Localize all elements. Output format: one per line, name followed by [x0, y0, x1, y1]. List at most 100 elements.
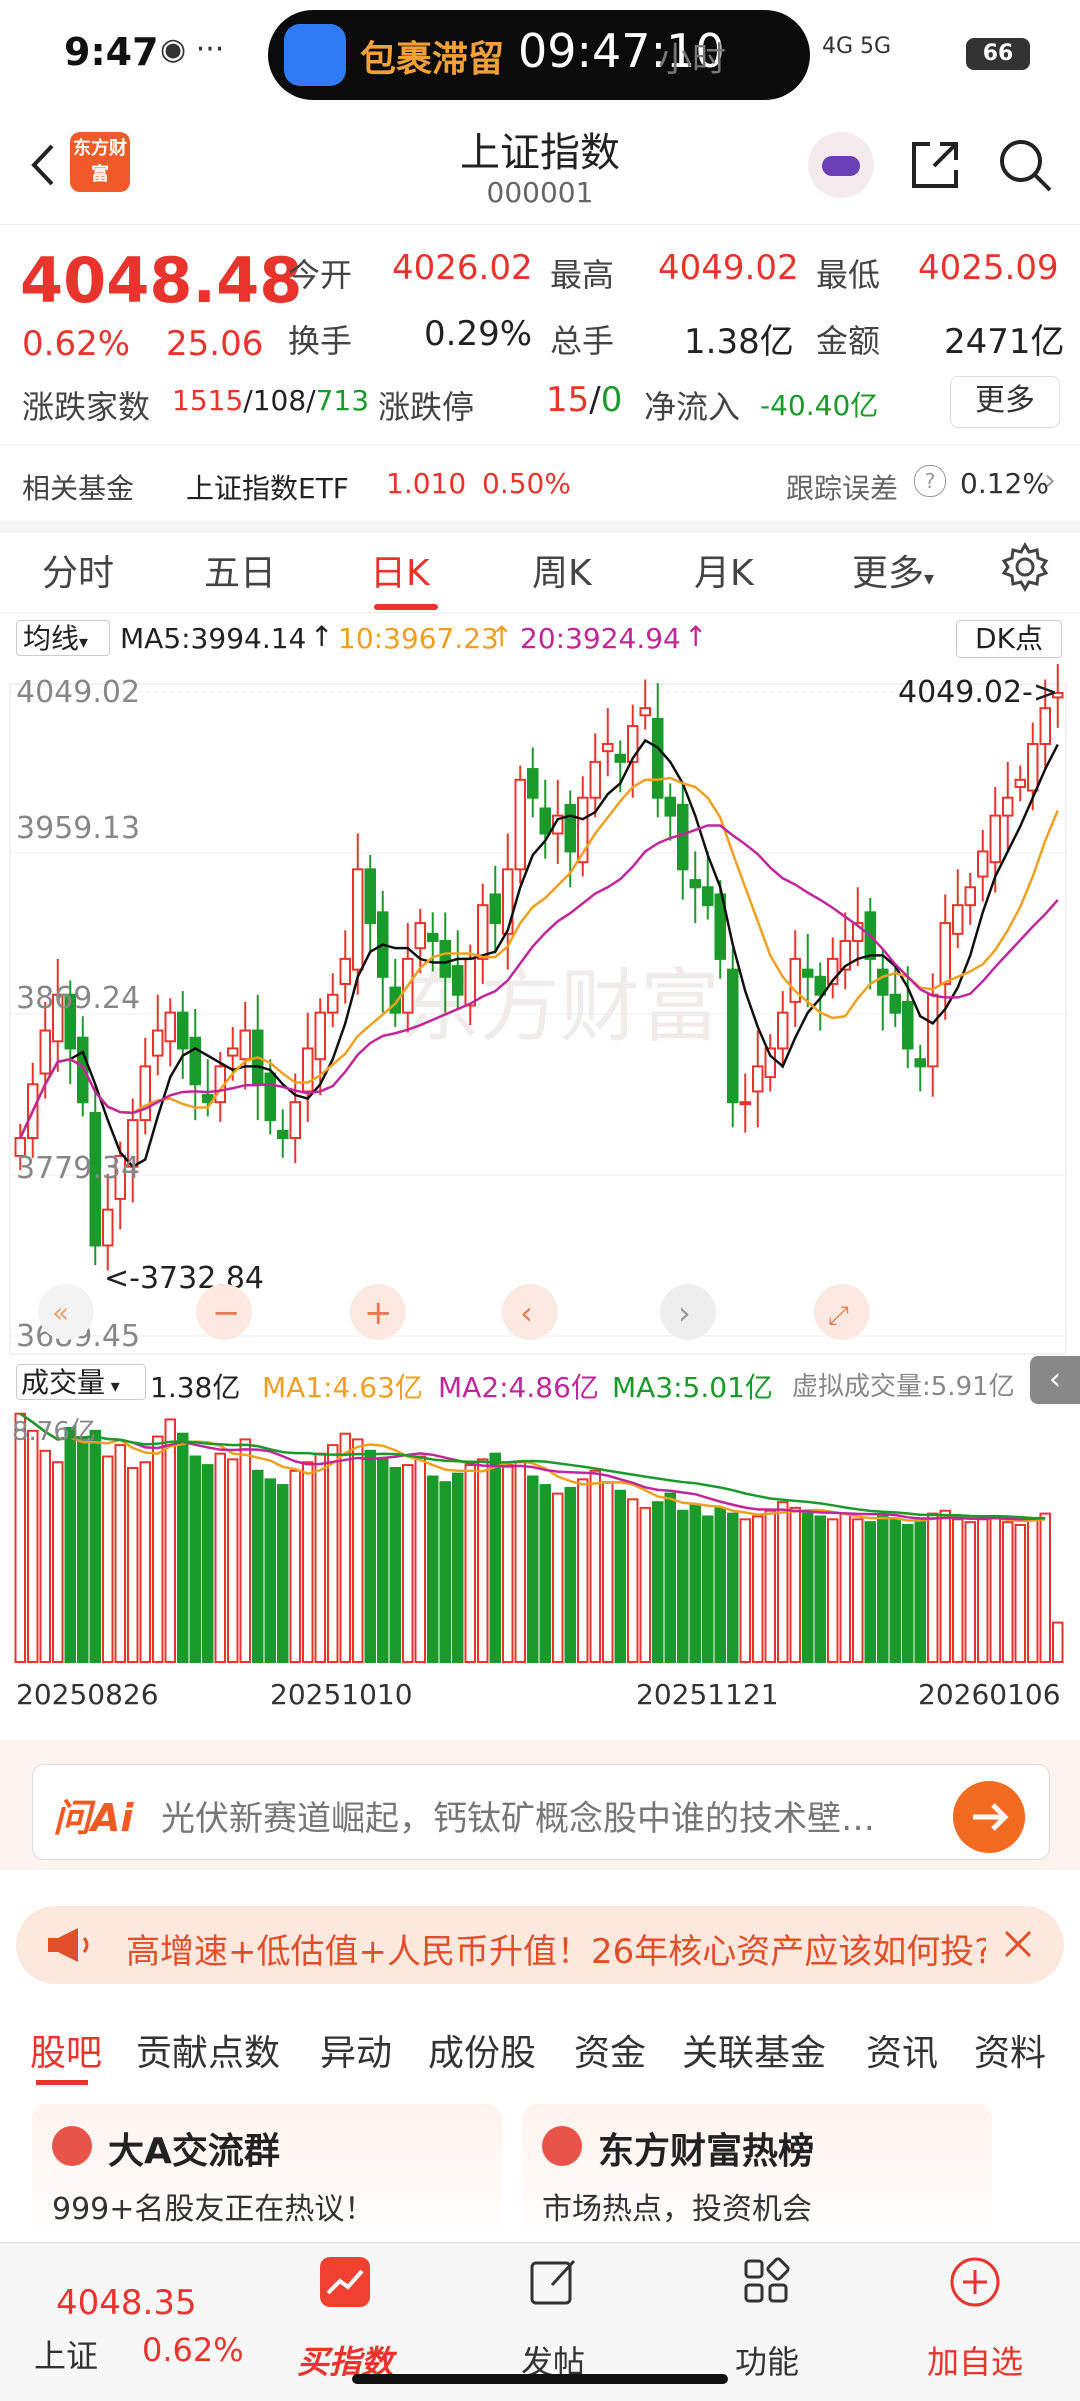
- volume-bar: [139, 1461, 151, 1663]
- tab-daily-k[interactable]: 日K: [370, 544, 430, 596]
- tab-weekly-k[interactable]: 周K: [532, 544, 592, 596]
- volume-bar: [514, 1461, 526, 1663]
- volume-bar: [402, 1464, 414, 1663]
- volume-bar: [214, 1452, 226, 1663]
- promo-banner[interactable]: 高增速+低估值+人民币升值！26年核心资产应该如何投?: [16, 1906, 1064, 1984]
- candle-body: [689, 879, 701, 889]
- hot-list-card[interactable]: 东方财富热榜 市场热点，投资机会: [522, 2104, 992, 2244]
- candle-body: [802, 968, 814, 978]
- settings-gear-icon[interactable]: [1000, 542, 1050, 592]
- ai-robot-icon[interactable]: [808, 132, 874, 198]
- megaphone-icon: [48, 1928, 89, 1962]
- high-label: 最高: [550, 256, 615, 294]
- advance-count: 1515: [172, 384, 244, 417]
- status-time: 9:47: [64, 30, 159, 74]
- kline-chart[interactable]: 东方财富 4049.02 3959.13 3869.24 3779.34 368…: [0, 664, 1080, 1356]
- ma-select[interactable]: 均线▾: [16, 620, 110, 656]
- ma-indicator-row: 均线▾ MA5:3994.14 ↑ 10:3967.23 ↑ 20:3924.9…: [0, 612, 1080, 664]
- buy-chart-icon: [320, 2257, 370, 2307]
- candle-body: [427, 932, 439, 942]
- volume-bar: [477, 1458, 489, 1663]
- candle-body: [902, 1000, 914, 1050]
- exchange-group-card[interactable]: 大A交流群 999+名股友正在热议！: [32, 2104, 502, 2244]
- tab-monthly-k[interactable]: 月K: [694, 544, 754, 596]
- volume-bar: [352, 1438, 364, 1663]
- more-button[interactable]: 更多: [950, 376, 1060, 428]
- volume-bar: [502, 1464, 514, 1663]
- tab-movement[interactable]: 异动: [320, 2024, 392, 2076]
- volume-select[interactable]: 成交量 ▾: [16, 1364, 146, 1400]
- tab-guba[interactable]: 股吧: [30, 2024, 102, 2076]
- tab-constituents[interactable]: 成份股: [428, 2024, 536, 2076]
- dk-point-button[interactable]: DK点: [956, 620, 1062, 658]
- back-arrow-icon[interactable]: [20, 140, 70, 190]
- candle-body: [164, 1011, 176, 1043]
- tab-profile[interactable]: 资料: [974, 2024, 1046, 2076]
- volume-bar: [439, 1481, 451, 1664]
- volume-bar: [964, 1521, 976, 1663]
- help-icon[interactable]: ?: [914, 465, 946, 497]
- tab-capital[interactable]: 资金: [574, 2024, 646, 2076]
- share-icon[interactable]: [906, 136, 964, 194]
- candle-body: [464, 957, 476, 1007]
- volume-bar: [714, 1506, 726, 1663]
- volume-bar: [252, 1469, 264, 1664]
- home-indicator: [352, 2374, 728, 2384]
- expand-icon: ⤢: [828, 1301, 849, 1331]
- volume-bar: [364, 1449, 376, 1663]
- volume-bar: [377, 1458, 389, 1663]
- ma5-value: MA5:3994.14: [120, 622, 307, 655]
- app-logo: 东方财富: [70, 132, 130, 192]
- tab-news[interactable]: 资讯: [866, 2024, 938, 2076]
- index-price: 4048.48: [20, 244, 303, 317]
- active-tab-underline: [374, 604, 438, 610]
- date-label-1: 20250826: [16, 1678, 159, 1711]
- high-value: 4049.02: [658, 248, 799, 288]
- candle-body: [952, 904, 964, 935]
- collapse-panel-icon[interactable]: ‹: [1030, 1356, 1080, 1404]
- card-title: 大A交流群: [108, 2131, 280, 2172]
- chat-icon: [52, 2126, 92, 2166]
- tab-intraday[interactable]: 分时: [42, 544, 114, 596]
- tab-five-day[interactable]: 五日: [204, 544, 276, 596]
- tracking-error-label: 跟踪误差: [786, 472, 899, 505]
- arrow-right-icon[interactable]: [953, 1781, 1025, 1853]
- volume-bar: [764, 1509, 776, 1663]
- tab-more[interactable]: 更多▾: [852, 544, 934, 596]
- close-icon[interactable]: [998, 1924, 1038, 1964]
- volume-bar: [389, 1466, 401, 1664]
- volume-bar: [877, 1515, 889, 1663]
- volume-bar: [102, 1455, 114, 1663]
- candle-body: [527, 768, 539, 799]
- candle-body: [664, 796, 676, 817]
- candle-body: [302, 1047, 314, 1093]
- volume-bar: [52, 1461, 64, 1663]
- volume-bar: [1052, 1621, 1064, 1663]
- volume-bar: [414, 1455, 426, 1663]
- tracking-error-value: 0.12%: [960, 467, 1049, 500]
- add-watchlist-button[interactable]: 加自选: [900, 2337, 1050, 2383]
- tab-contribution[interactable]: 贡献点数: [136, 2024, 280, 2076]
- candle-body: [1027, 742, 1039, 792]
- volume-bar: [1014, 1524, 1026, 1663]
- candle-body: [439, 939, 451, 978]
- status-bar: 9:47 ◉ ··· 包裹滞留 09:47:10 小时 4G 5G 66: [0, 0, 1080, 110]
- plus-icon: +: [364, 1293, 393, 1333]
- virtual-volume: 虚拟成交量:5.91亿: [792, 1372, 1015, 1402]
- candle-body: [652, 717, 664, 799]
- search-icon[interactable]: [996, 136, 1054, 194]
- dynamic-island[interactable]: 包裹滞留 09:47:10 小时: [268, 10, 810, 100]
- candle-body: [1039, 707, 1051, 745]
- volume-value: 1.38亿: [684, 322, 794, 362]
- ma20-value: 20:3924.94: [520, 622, 681, 655]
- tab-related-funds[interactable]: 关联基金: [682, 2024, 826, 2076]
- candle-body: [489, 893, 501, 925]
- flame-icon: [542, 2126, 582, 2166]
- volume-bar: [489, 1452, 501, 1663]
- ma10-value: 10:3967.23: [338, 622, 499, 655]
- candle-body: [739, 1101, 751, 1106]
- chevron-right-icon: ›: [678, 1294, 691, 1332]
- ai-question-box[interactable]: 问Ai 光伏新赛道崛起，钙钛矿概念股中谁的技术壁…: [32, 1764, 1050, 1860]
- volume-chart[interactable]: 8.76亿: [0, 1404, 1080, 1670]
- active-section-underline: [36, 2080, 88, 2085]
